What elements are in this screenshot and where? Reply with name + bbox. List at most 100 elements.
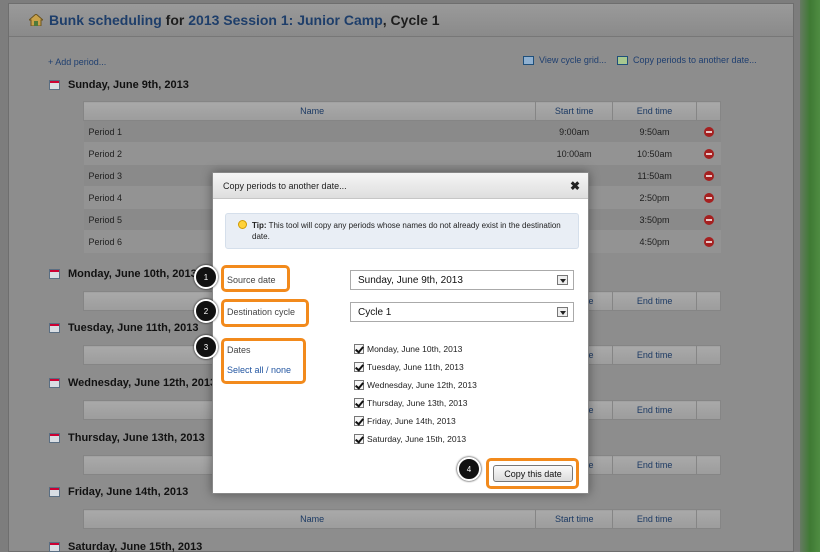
period-start: 9:00am — [535, 120, 613, 143]
col-name[interactable]: Name — [82, 101, 537, 121]
tip-text: This tool will copy any periods whose na… — [252, 221, 561, 241]
date-checkbox[interactable]: Tuesday, June 11th, 2013 — [354, 362, 464, 372]
dialog-titlebar: Copy periods to another date... ✖ — [213, 173, 588, 199]
copy-icon — [617, 55, 628, 65]
date-checkbox-label: Wednesday, June 12th, 2013 — [367, 380, 477, 390]
col-actions — [696, 509, 721, 529]
period-end: 4:50pm — [612, 230, 697, 253]
period-name[interactable]: Period 2 — [83, 142, 536, 165]
delete-icon[interactable] — [703, 126, 714, 137]
destination-cycle-value: Cycle 1 — [358, 307, 392, 318]
source-date-value: Sunday, June 9th, 2013 — [358, 275, 463, 286]
delete-icon[interactable] — [703, 170, 714, 181]
calendar-icon — [49, 433, 60, 443]
callout-highlight — [221, 265, 290, 292]
col-start[interactable]: Start time — [535, 101, 614, 121]
date-checkbox[interactable]: Monday, June 10th, 2013 — [354, 344, 462, 354]
col-actions — [696, 345, 721, 365]
checkbox-checked-icon[interactable] — [354, 416, 364, 426]
callout-number: 4 — [457, 457, 481, 481]
period-end: 3:50pm — [612, 208, 697, 231]
day-heading-label: Tuesday, June 11th, 2013 — [68, 322, 199, 334]
col-actions — [696, 455, 721, 475]
date-checkbox[interactable]: Wednesday, June 12th, 2013 — [354, 380, 477, 390]
callout-highlight — [221, 338, 306, 384]
day-heading: Monday, June 10th, 2013 — [49, 268, 197, 280]
checkbox-checked-icon[interactable] — [354, 344, 364, 354]
date-checkbox-label: Saturday, June 15th, 2013 — [367, 434, 467, 444]
view-grid-label: View cycle grid... — [539, 55, 607, 65]
calendar-icon — [49, 80, 60, 90]
periods-table: NameStart timeEnd time — [82, 509, 721, 529]
day-heading-label: Monday, June 10th, 2013 — [68, 268, 197, 280]
day-heading-label: Saturday, June 15th, 2013 — [68, 541, 203, 552]
day-heading: Saturday, June 15th, 2013 — [49, 541, 202, 552]
checkbox-checked-icon[interactable] — [354, 380, 364, 390]
col-name[interactable]: Name — [82, 509, 537, 529]
page-header: Bunk scheduling for 2013 Session 1: Juni… — [9, 4, 793, 37]
view-grid-link[interactable]: View cycle grid... — [523, 55, 606, 65]
day-heading: Tuesday, June 11th, 2013 — [49, 322, 198, 334]
calendar-icon — [49, 378, 60, 388]
checkbox-checked-icon[interactable] — [354, 434, 364, 444]
destination-cycle-select[interactable]: Cycle 1 — [350, 302, 574, 322]
delete-icon[interactable] — [703, 214, 714, 225]
close-icon[interactable]: ✖ — [570, 179, 580, 193]
copy-periods-label: Copy periods to another date... — [633, 55, 757, 65]
day-heading-label: Wednesday, June 12th, 2013 — [68, 377, 217, 389]
col-end[interactable]: End time — [612, 455, 698, 475]
col-end[interactable]: End time — [612, 345, 698, 365]
table-row: Period 2 10:00am 10:50am — [83, 142, 721, 165]
period-end: 10:50am — [612, 142, 697, 165]
col-start[interactable]: Start time — [535, 509, 614, 529]
tip-box: Tip: This tool will copy any periods who… — [225, 213, 579, 249]
tip-label: Tip: — [252, 221, 267, 230]
delete-icon[interactable] — [703, 236, 714, 247]
checkbox-checked-icon[interactable] — [354, 398, 364, 408]
col-end[interactable]: End time — [612, 291, 698, 311]
callout-number: 1 — [194, 265, 218, 289]
title-app-link[interactable]: Bunk scheduling — [49, 12, 162, 28]
period-end: 2:50pm — [612, 186, 697, 209]
chevron-down-icon — [557, 275, 568, 285]
date-checkbox[interactable]: Thursday, June 13th, 2013 — [354, 398, 468, 408]
copy-this-date-button[interactable]: Copy this date — [493, 465, 573, 482]
col-actions — [696, 101, 721, 121]
col-end[interactable]: End time — [612, 101, 697, 121]
calendar-icon — [49, 542, 60, 552]
callout-number: 2 — [194, 299, 218, 323]
day-heading-label: Sunday, June 9th, 2013 — [68, 79, 189, 91]
checkbox-checked-icon[interactable] — [354, 362, 364, 372]
source-date-select[interactable]: Sunday, June 9th, 2013 — [350, 270, 574, 290]
period-name[interactable]: Period 1 — [83, 120, 536, 143]
date-checkbox-label: Thursday, June 13th, 2013 — [367, 398, 468, 408]
period-start: 10:00am — [535, 142, 613, 165]
chevron-down-icon — [557, 307, 568, 317]
period-end: 9:50am — [612, 120, 697, 143]
day-heading: Thursday, June 13th, 2013 — [49, 432, 205, 444]
lightbulb-icon — [238, 220, 247, 229]
delete-icon[interactable] — [703, 192, 714, 203]
add-period-link[interactable]: + Add period... — [48, 57, 106, 67]
title-session-link[interactable]: 2013 Session 1: Junior Camp — [188, 12, 383, 28]
day-heading-label: Thursday, June 13th, 2013 — [68, 432, 205, 444]
col-actions — [696, 400, 721, 420]
dialog-title: Copy periods to another date... — [223, 180, 347, 191]
date-checkbox[interactable]: Saturday, June 15th, 2013 — [354, 434, 466, 444]
col-end[interactable]: End time — [612, 400, 698, 420]
copy-periods-link[interactable]: Copy periods to another date... — [617, 55, 757, 65]
copy-periods-dialog: Copy periods to another date... ✖ Tip: T… — [212, 172, 589, 494]
calendar-icon — [49, 323, 60, 333]
col-end[interactable]: End time — [612, 509, 698, 529]
calendar-icon — [49, 487, 60, 497]
callout-number: 3 — [194, 335, 218, 359]
date-checkbox[interactable]: Friday, June 14th, 2013 — [354, 416, 456, 426]
date-checkbox-label: Friday, June 14th, 2013 — [367, 416, 456, 426]
period-end: 11:50am — [612, 164, 697, 187]
date-checkbox-label: Monday, June 10th, 2013 — [367, 344, 463, 354]
delete-icon[interactable] — [703, 148, 714, 159]
grid-icon — [523, 55, 534, 65]
col-actions — [696, 291, 721, 311]
calendar-icon — [49, 269, 60, 279]
table-row: Period 1 9:00am 9:50am — [83, 120, 721, 143]
